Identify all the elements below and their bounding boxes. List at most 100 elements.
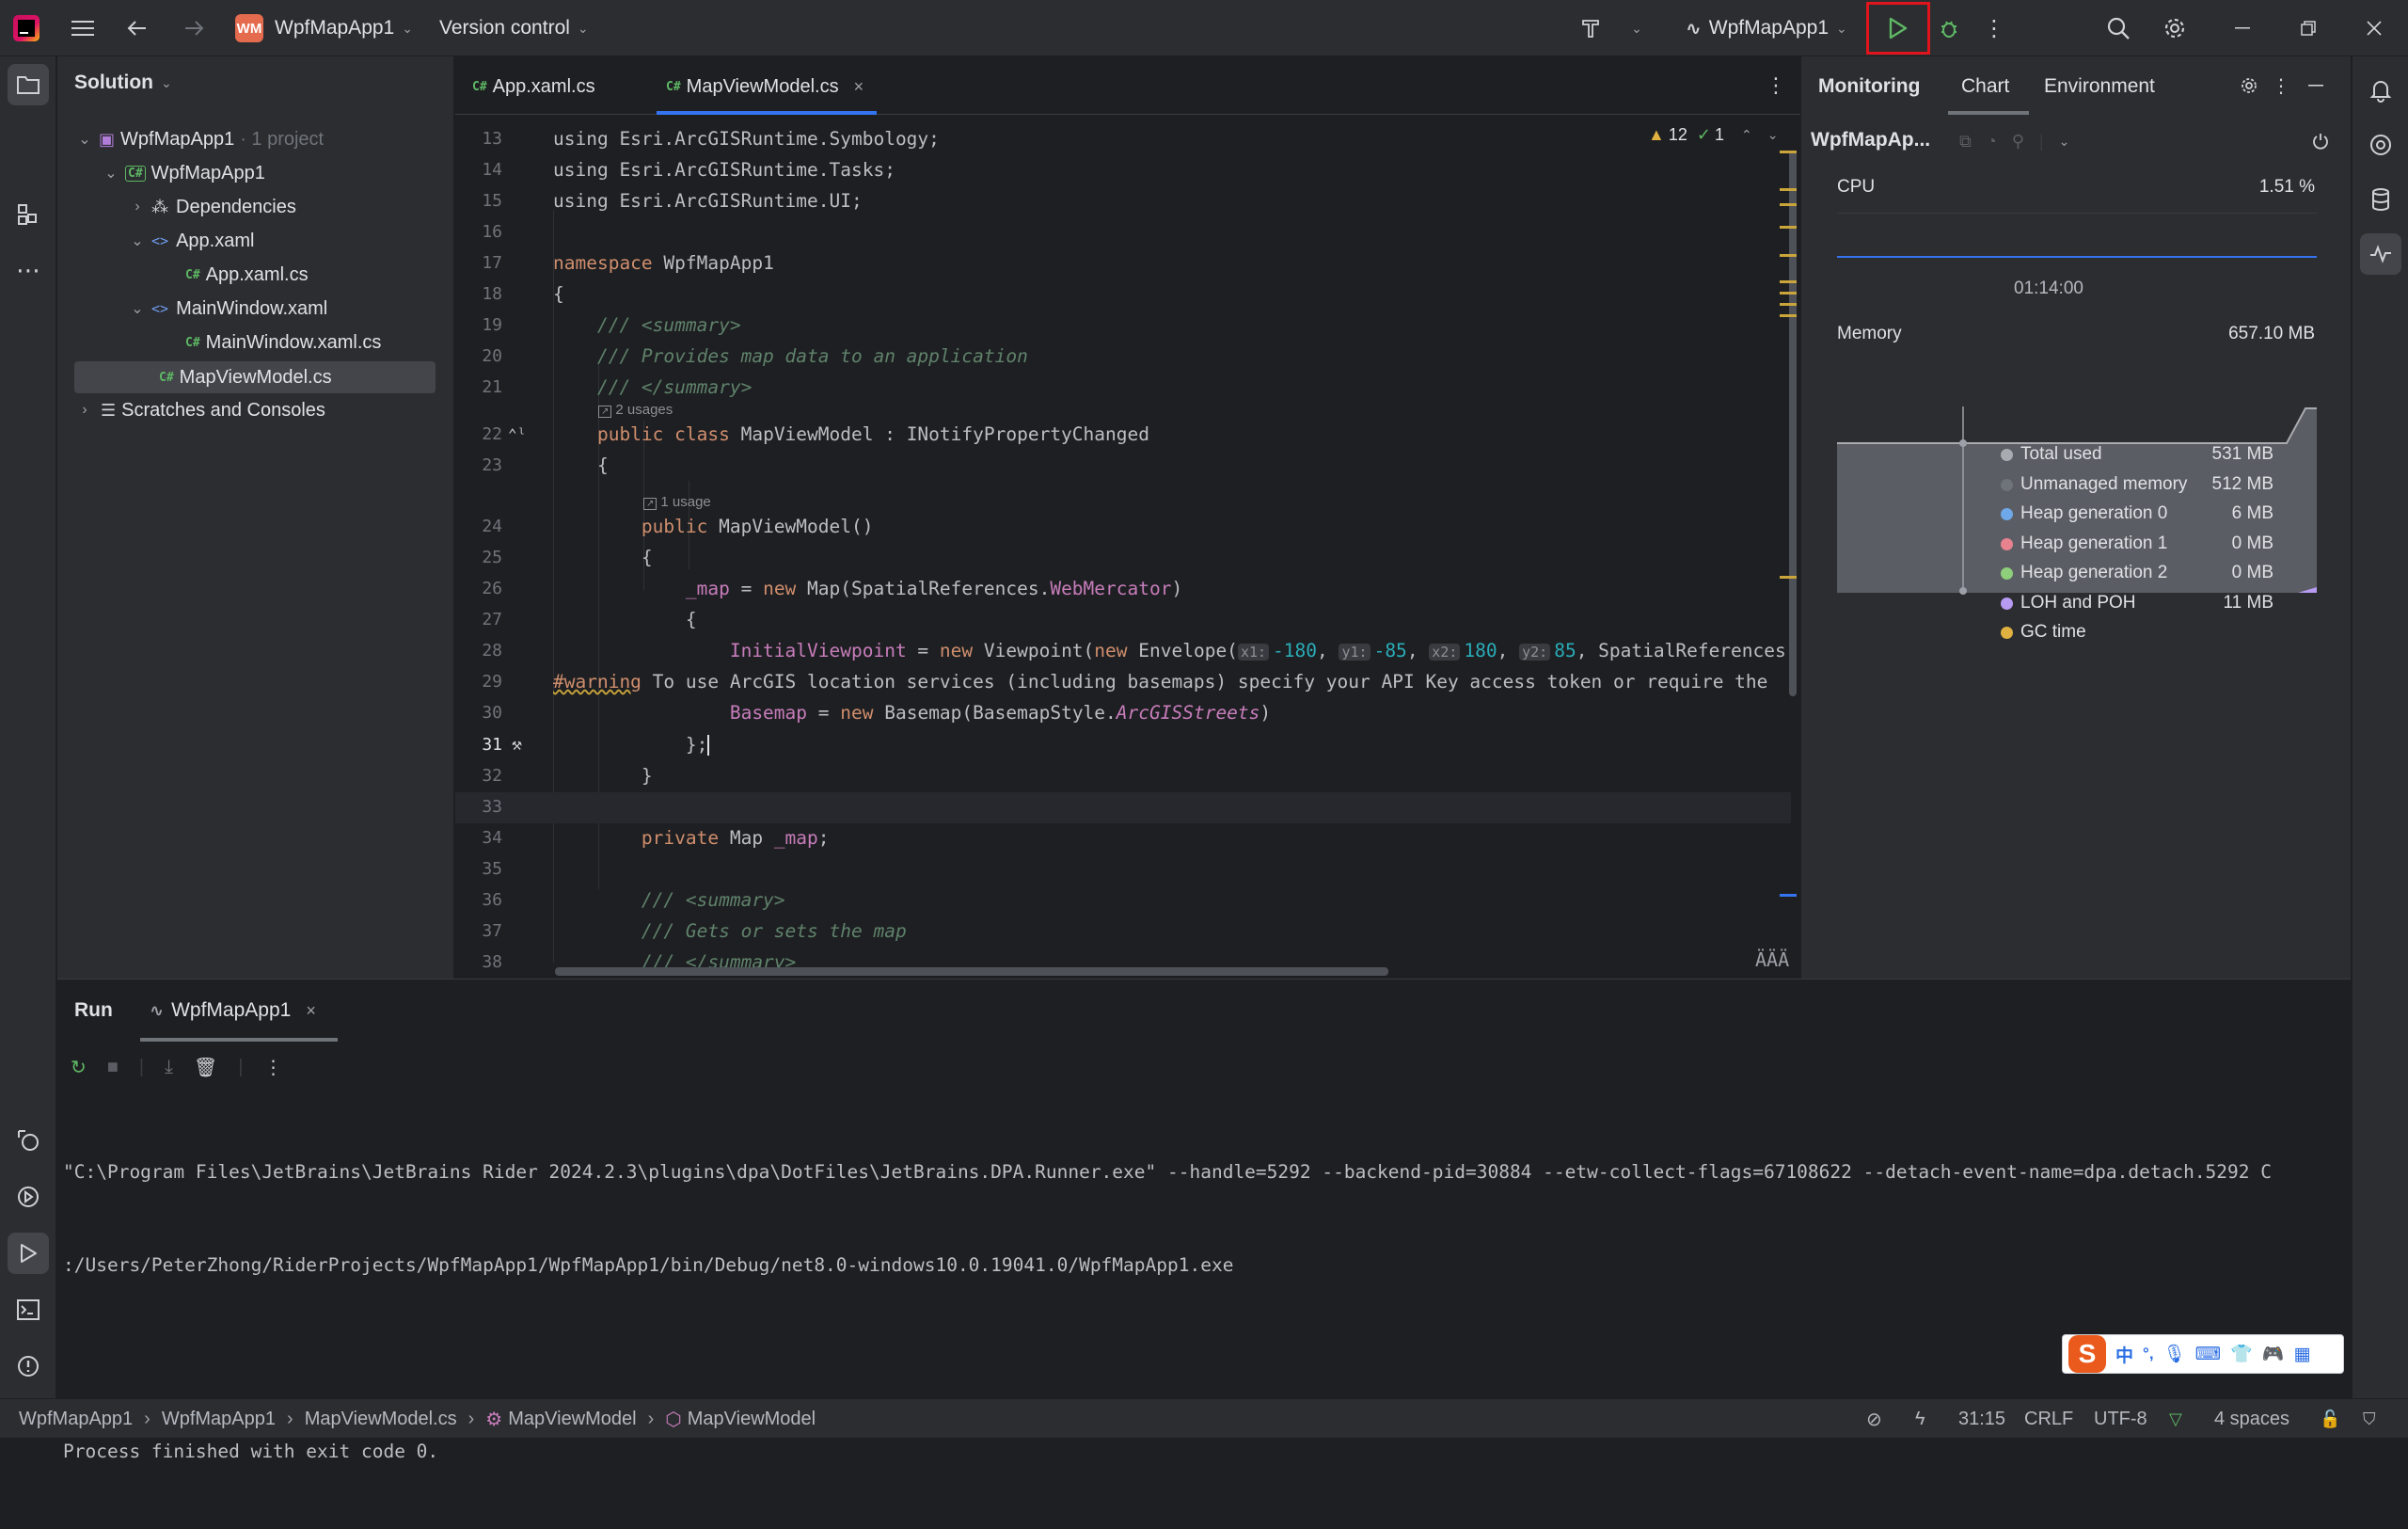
line-number: 32	[482, 766, 502, 786]
rerun-icon[interactable]: ↻	[71, 1056, 87, 1079]
ime-chinese-mode[interactable]: 中	[2115, 1342, 2133, 1367]
close-tab-icon[interactable]: ×	[306, 1001, 316, 1021]
tab-options-icon[interactable]: ⋮	[1765, 72, 1787, 100]
tree-item-dependencies[interactable]: › ⁂ Dependencies	[129, 190, 296, 224]
forward-arrow-icon[interactable]	[177, 13, 211, 43]
reader-mode-icon[interactable]: ÄÄÄ	[1755, 948, 1789, 971]
caret-position[interactable]: 31:15	[1958, 1399, 2005, 1439]
chevron-collapsed-icon[interactable]: ›	[129, 199, 146, 215]
tree-item-mainwindow-xaml[interactable]: ⌄ <> MainWindow.xaml	[129, 292, 327, 326]
line-ending[interactable]: CRLF	[2024, 1399, 2073, 1439]
notifications-bell-icon[interactable]	[2360, 70, 2401, 111]
line-number: 21	[482, 377, 502, 397]
clear-trash-icon[interactable]: 🗑	[194, 1056, 217, 1079]
gamepad-icon[interactable]: 🎮	[2262, 1343, 2285, 1365]
shield-icon[interactable]: ⛉	[2363, 1399, 2376, 1439]
microphone-icon[interactable]: 🎙	[2163, 1343, 2186, 1365]
ai-status-icon[interactable]: ϟ	[1915, 1399, 1925, 1439]
problems-icon[interactable]	[8, 1346, 49, 1387]
tree-item-project[interactable]: ⌄ C# WpfMapApp1	[103, 156, 265, 190]
hide-panel-icon[interactable]	[2302, 72, 2330, 100]
tab-mapviewmodel-cs[interactable]: C# MapViewModel.cs ×	[666, 70, 863, 104]
chevron-expanded-icon[interactable]: ⌄	[129, 299, 146, 318]
build-gutter-hammer-icon[interactable]: ⚒	[512, 735, 522, 755]
console-output[interactable]: "C:\Program Files\JetBrains\JetBrains Ri…	[63, 1094, 2339, 1529]
indent-setting[interactable]: 4 spaces	[2214, 1399, 2289, 1439]
chevron-down-icon[interactable]: ⌄	[2059, 134, 2070, 150]
title-bar: WM WpfMapApp1 ⌄ Version control ⌄ ⌄ ∿ Wp…	[0, 0, 2408, 56]
debug-button[interactable]	[1932, 13, 1966, 43]
debug-tool-icon[interactable]	[8, 1176, 49, 1218]
tab-app-xaml-cs[interactable]: C# App.xaml.cs	[472, 70, 595, 104]
tree-item-app-xaml-cs[interactable]: C# App.xaml.cs	[185, 258, 309, 292]
run-configuration-selector[interactable]: ∿ WpfMapApp1 ⌄	[1686, 11, 1847, 45]
services-icon[interactable]	[8, 1120, 49, 1161]
run-title-label: Run	[74, 999, 113, 1021]
implements-gutter-icon[interactable]: ⌃ˡ	[508, 425, 526, 443]
project-folder-icon[interactable]	[8, 64, 49, 105]
scroll-to-end-icon[interactable]: ⤓	[165, 1057, 173, 1078]
search-icon[interactable]	[2101, 13, 2135, 43]
code-area[interactable]: 13 using Esri.ArcGISRuntime.Symbology; 14…	[455, 116, 1791, 979]
build-options-chevron-icon[interactable]: ⌄	[1625, 13, 1648, 43]
breadcrumb-item[interactable]: MapViewModel	[688, 1409, 816, 1430]
profile-icon[interactable]: ⚲	[2012, 132, 2024, 151]
run-tool-icon[interactable]	[8, 1233, 49, 1274]
structure-icon[interactable]	[8, 194, 49, 235]
detach-power-icon[interactable]	[2307, 128, 2334, 154]
project-selector[interactable]: WM WpfMapApp1 ⌄	[235, 11, 413, 45]
more-actions-icon[interactable]: ⋮	[264, 1056, 283, 1079]
monitoring-settings-icon[interactable]	[2236, 72, 2262, 100]
tab-monitoring[interactable]: Monitoring	[1818, 70, 1920, 104]
breadcrumb-item[interactable]: WpfMapApp1	[19, 1409, 133, 1430]
monitoring-pulse-icon[interactable]	[2360, 233, 2401, 275]
tree-item-solution[interactable]: ⌄ ▣ WpfMapApp1 · 1 project	[76, 122, 324, 156]
horizontal-scrollbar[interactable]	[555, 967, 1388, 976]
breadcrumb-item[interactable]: MapViewModel.cs	[305, 1409, 457, 1430]
breadcrumb-item[interactable]: WpfMapApp1	[162, 1409, 276, 1430]
run-button[interactable]	[1866, 2, 1930, 55]
inspection-status-icon[interactable]: ⊘	[1866, 1399, 1882, 1439]
back-arrow-icon[interactable]	[120, 13, 154, 43]
close-tab-icon[interactable]: ×	[854, 77, 864, 97]
tab-chart[interactable]: Chart	[1961, 70, 2009, 104]
build-hammer-icon[interactable]	[1575, 13, 1608, 43]
version-control-menu[interactable]: Version control ⌄	[439, 11, 589, 45]
tree-item-mainwindow-xaml-cs[interactable]: C# MainWindow.xaml.cs	[185, 326, 381, 359]
editorconfig-icon[interactable]: ▽	[2169, 1399, 2182, 1439]
snapshot-icon[interactable]: ◔	[1987, 132, 1997, 151]
solution-view-selector[interactable]: Solution ⌄	[74, 68, 172, 98]
stop-icon[interactable]: ■	[107, 1057, 119, 1078]
tree-item-app-xaml[interactable]: ⌄ <> App.xaml	[129, 224, 254, 258]
chevron-expanded-icon[interactable]: ⌄	[103, 164, 119, 183]
file-encoding[interactable]: UTF-8	[2094, 1399, 2147, 1439]
toolbox-grid-icon[interactable]: ▦	[2293, 1344, 2310, 1365]
terminal-icon[interactable]	[8, 1289, 49, 1330]
more-actions-icon[interactable]: ⋮	[1979, 13, 2009, 43]
tree-item-mapviewmodel-cs[interactable]: C# MapViewModel.cs	[159, 360, 332, 394]
restore-window-icon[interactable]	[2289, 13, 2327, 43]
dump-memory-icon[interactable]: ⧉	[1959, 132, 1972, 151]
more-tool-windows-icon[interactable]: ⋯	[8, 249, 49, 291]
read-only-lock-icon[interactable]: 🔓	[2320, 1399, 2340, 1439]
ime-punctuation-mode[interactable]: °,	[2143, 1345, 2154, 1363]
minimize-window-icon[interactable]	[2224, 13, 2261, 43]
tab-environment[interactable]: Environment	[2044, 70, 2155, 104]
close-window-icon[interactable]	[2355, 13, 2393, 43]
breadcrumb-item[interactable]: MapViewModel	[508, 1409, 636, 1430]
chevron-collapsed-icon[interactable]: ›	[76, 402, 93, 419]
settings-gear-icon[interactable]	[2158, 13, 2192, 43]
main-menu-icon[interactable]	[66, 13, 100, 43]
chevron-expanded-icon[interactable]: ⌄	[76, 130, 93, 149]
more-options-icon[interactable]: ⋮	[2270, 72, 2292, 100]
skin-shirt-icon[interactable]: 👕	[2230, 1343, 2253, 1365]
ai-assistant-icon[interactable]	[2360, 124, 2401, 166]
usages-hint[interactable]: ↗ 2 usages	[598, 402, 673, 418]
database-icon[interactable]	[2360, 179, 2401, 220]
keyboard-icon[interactable]: ⌨	[2195, 1344, 2221, 1365]
usages-hint[interactable]: ↗ 1 usage	[643, 494, 711, 510]
chevron-expanded-icon[interactable]: ⌄	[129, 231, 146, 250]
run-tab-wpfmapapp1[interactable]: ∿ WpfMapApp1 ×	[150, 995, 316, 1027]
ime-toolbar[interactable]: S 中 °, 🎙 ⌨ 👕 🎮 ▦	[2062, 1334, 2344, 1374]
tree-item-scratches[interactable]: › ☰ Scratches and Consoles	[76, 393, 325, 427]
